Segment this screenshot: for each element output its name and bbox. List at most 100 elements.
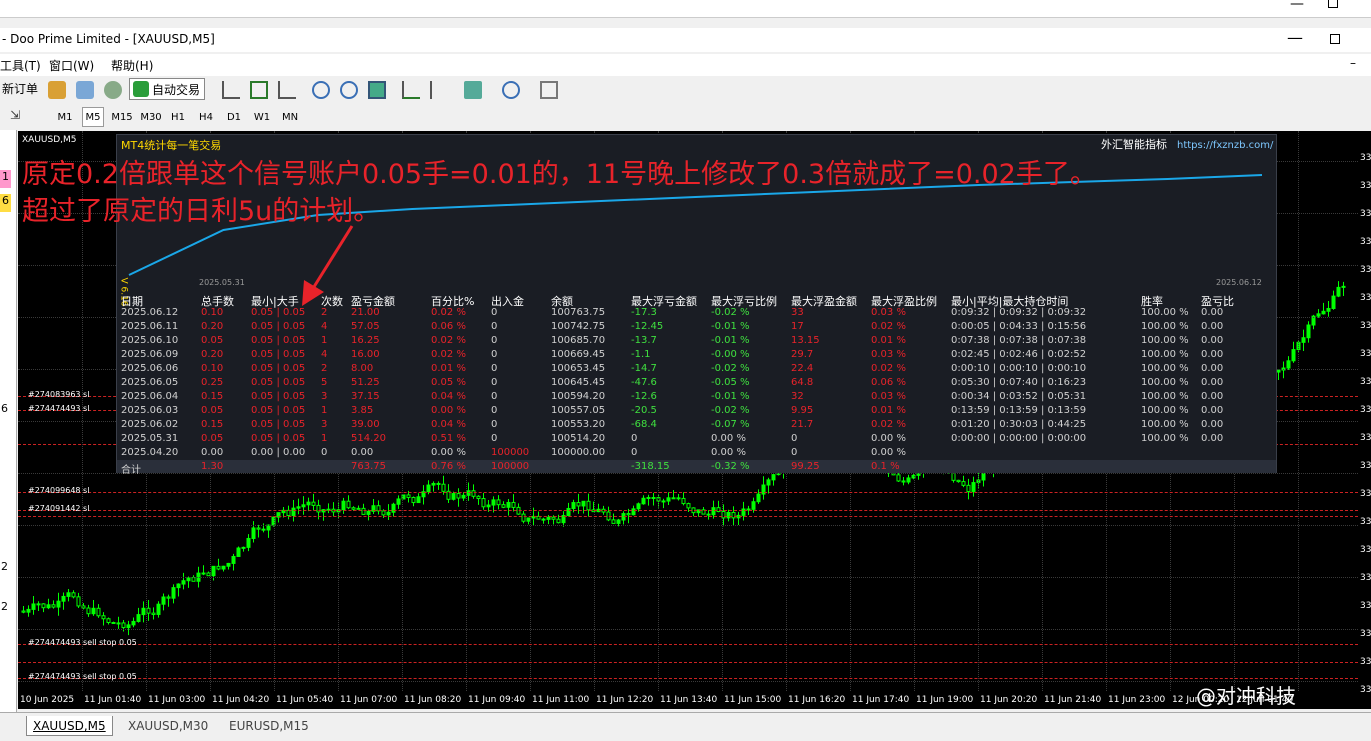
new-order-button[interactable]: 新订单 bbox=[0, 78, 40, 100]
candle-body bbox=[226, 562, 231, 567]
indicators-icon[interactable] bbox=[464, 81, 482, 99]
timeframe-m5[interactable]: M5 bbox=[82, 107, 104, 127]
candle-body bbox=[906, 477, 911, 483]
table-cell: 0 bbox=[491, 335, 498, 346]
candle-body bbox=[476, 495, 481, 500]
menu-minimize-icon[interactable]: – bbox=[1350, 56, 1356, 70]
timeframe-m15[interactable]: M15 bbox=[110, 107, 134, 127]
time-tick: 11 Jun 12:20 bbox=[596, 695, 654, 705]
order-line[interactable] bbox=[18, 516, 1358, 517]
table-cell: 0.10 bbox=[201, 363, 224, 374]
periods-icon[interactable] bbox=[502, 81, 520, 99]
candle-body bbox=[31, 603, 36, 610]
candle-body bbox=[1286, 360, 1291, 369]
candle-body bbox=[71, 592, 76, 598]
candlestick-icon[interactable] bbox=[250, 81, 268, 99]
auto-trading-icon bbox=[133, 81, 149, 97]
timeframe-d1[interactable]: D1 bbox=[223, 107, 245, 127]
annotation-line-2: 超过了原定的日利5u的计划。 bbox=[22, 196, 381, 227]
table-cell: 0.20 bbox=[201, 349, 224, 360]
tab-xauusd-m5[interactable]: XAUUSD,M5 bbox=[26, 716, 113, 736]
timeframe-m30[interactable]: M30 bbox=[139, 107, 163, 127]
candle-body bbox=[756, 493, 761, 503]
candle-body bbox=[676, 497, 681, 500]
order-line[interactable] bbox=[18, 492, 1358, 493]
table-cell: 100553.20 bbox=[551, 419, 606, 430]
table-cell: -47.6 bbox=[631, 377, 657, 388]
chart-tabs: XAUUSD,M5 XAUUSD,M30 EURUSD,M15 bbox=[0, 712, 1371, 741]
zoom-out-icon[interactable] bbox=[340, 81, 358, 99]
drawing-tools-icon[interactable]: ⇲ bbox=[10, 108, 20, 122]
zoom-in-icon[interactable] bbox=[312, 81, 330, 99]
candle-body bbox=[686, 503, 691, 509]
minimize-button[interactable]: — bbox=[1287, 28, 1303, 47]
table-cell: 0:01:20 | 0:30:03 | 0:44:25 bbox=[951, 419, 1087, 430]
table-cell: 100.00 % bbox=[1141, 335, 1189, 346]
tab-eurusd-m15[interactable]: EURUSD,M15 bbox=[223, 716, 315, 736]
timeframe-m1[interactable]: M1 bbox=[54, 107, 76, 127]
time-tick: 11 Jun 15:00 bbox=[724, 695, 782, 705]
price-tick: 33 bbox=[1360, 657, 1371, 667]
table-cell: 8.00 bbox=[351, 363, 374, 374]
table-cell: 0.10 bbox=[201, 307, 224, 318]
table-cell: 0.00 % bbox=[871, 447, 906, 458]
tile-windows-icon[interactable] bbox=[368, 81, 386, 99]
maximize-button[interactable] bbox=[1330, 34, 1340, 44]
table-cell: 0:02:45 | 0:02:46 | 0:02:52 bbox=[951, 349, 1087, 360]
candle-body bbox=[41, 603, 46, 609]
candle-body bbox=[216, 565, 221, 570]
table-cell: 0 bbox=[791, 433, 798, 444]
menu-tools[interactable]: 工具(T) bbox=[0, 57, 41, 74]
table-cell: 0.20 bbox=[201, 321, 224, 332]
timeframe-h1[interactable]: H1 bbox=[167, 107, 189, 127]
order-line[interactable] bbox=[18, 644, 1358, 645]
candle-body bbox=[411, 496, 416, 504]
table-cell: 0.02 % bbox=[431, 335, 466, 346]
candle-body bbox=[766, 479, 771, 486]
candle-body bbox=[366, 510, 371, 515]
menu-help[interactable]: 帮助(H) bbox=[111, 57, 153, 74]
maximize-icon[interactable] bbox=[1328, 0, 1338, 8]
order-line[interactable] bbox=[18, 662, 1358, 663]
timeframe-mn[interactable]: MN bbox=[279, 107, 301, 127]
chart-shift-icon[interactable] bbox=[430, 81, 448, 99]
table-cell: -0.05 % bbox=[711, 377, 750, 388]
auto-scroll-icon[interactable] bbox=[402, 81, 420, 99]
table-cell: 0.00 bbox=[201, 447, 224, 458]
table-cell: 0:00:05 | 0:04:33 | 0:15:56 bbox=[951, 321, 1087, 332]
annotation-line-1: 原定0.2倍跟单这个信号账户0.05手=0.01的，11号晚上修改了0.3倍就成… bbox=[22, 159, 1097, 190]
navigator-icon[interactable] bbox=[104, 81, 122, 99]
timeframe-h4[interactable]: H4 bbox=[195, 107, 217, 127]
table-cell: 0.05 | 0.05 bbox=[251, 321, 306, 332]
price-tick: 33 bbox=[1360, 153, 1371, 163]
table-cell: 16.00 bbox=[351, 349, 380, 360]
table-cell: 514.20 bbox=[351, 433, 386, 444]
minimize-icon[interactable]: — bbox=[1290, 0, 1304, 12]
candle-body bbox=[626, 513, 631, 516]
auto-trading-button[interactable]: 自动交易 bbox=[129, 78, 205, 100]
price-tick: 33 bbox=[1360, 293, 1371, 303]
tab-xauusd-m30[interactable]: XAUUSD,M30 bbox=[122, 716, 214, 736]
table-cell: 0.02 % bbox=[431, 307, 466, 318]
gutter-value-1: 6 bbox=[1, 402, 8, 415]
bar-chart-icon[interactable] bbox=[222, 81, 240, 99]
data-window-icon[interactable] bbox=[76, 81, 94, 99]
table-cell: 2025.05.31 bbox=[121, 433, 179, 444]
line-chart-icon[interactable] bbox=[278, 81, 296, 99]
table-cell: 0 bbox=[491, 363, 498, 374]
table-cell: 0.03 % bbox=[871, 307, 906, 318]
order-line[interactable] bbox=[18, 510, 1358, 511]
order-line[interactable] bbox=[18, 678, 1358, 679]
price-tick: 33 bbox=[1360, 237, 1371, 247]
market-watch-icon[interactable] bbox=[48, 81, 66, 99]
candle-body bbox=[241, 546, 246, 549]
grid-h-line bbox=[18, 681, 1358, 682]
table-cell: 0 bbox=[491, 377, 498, 388]
order-line-label: #274083963 sl bbox=[28, 390, 90, 399]
total-cell: 0.1 % bbox=[871, 461, 900, 472]
time-tick: 11 Jun 05:40 bbox=[276, 695, 334, 705]
timeframe-w1[interactable]: W1 bbox=[251, 107, 273, 127]
templates-icon[interactable] bbox=[540, 81, 558, 99]
candle-body bbox=[36, 603, 41, 606]
menu-window[interactable]: 窗口(W) bbox=[49, 57, 94, 74]
